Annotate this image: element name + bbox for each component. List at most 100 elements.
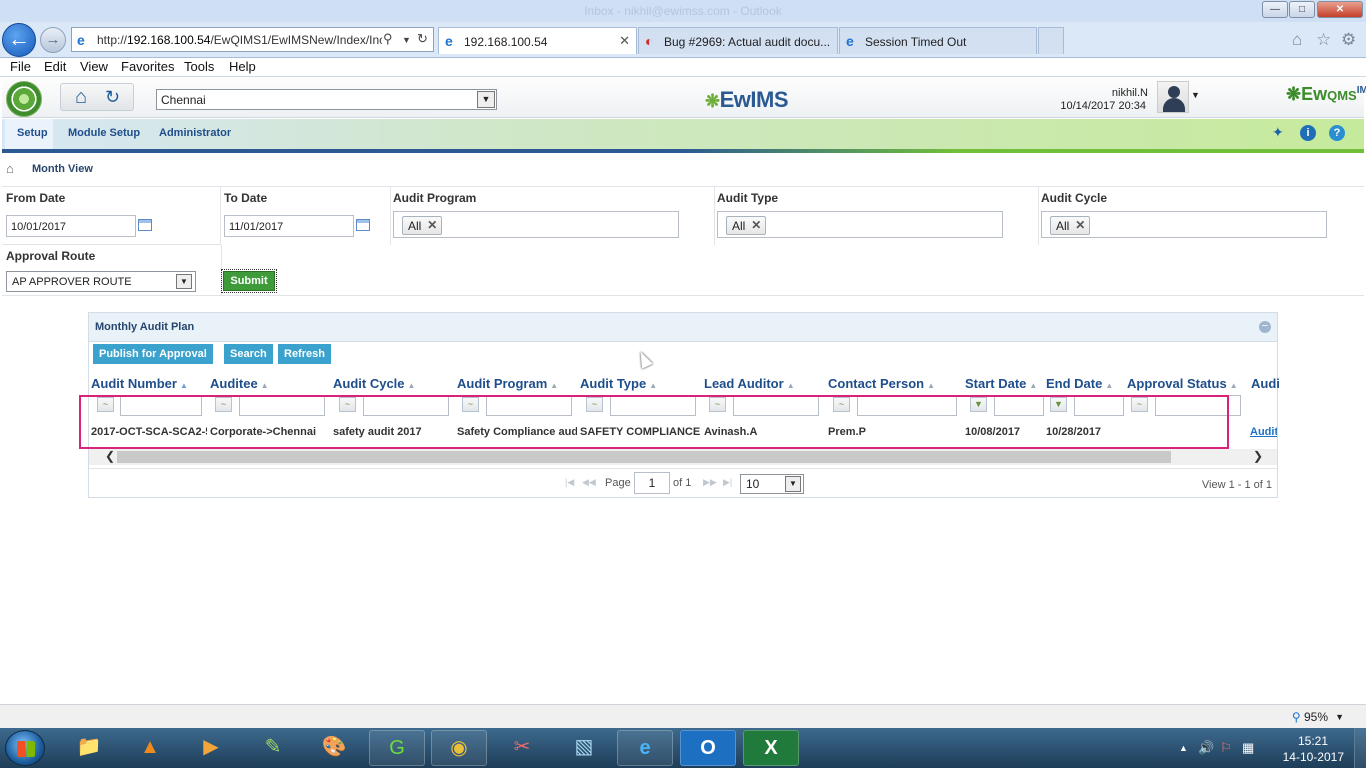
col-contact-person[interactable]: Contact Person ▲ [828, 376, 935, 391]
col-auditee[interactable]: Auditee ▲ [210, 376, 269, 391]
col-start-date[interactable]: Start Date ▲ [965, 376, 1037, 391]
module-setup[interactable]: Setup [5, 119, 53, 149]
help-icon[interactable]: ? [1329, 125, 1345, 141]
greenshot-icon[interactable]: G [369, 730, 425, 766]
maximize-button[interactable]: □ [1289, 1, 1315, 18]
info-icon[interactable]: i [1300, 125, 1316, 141]
snipping-tool-icon[interactable]: ✂ [494, 730, 550, 766]
network-icon[interactable]: ⚐ [1220, 740, 1232, 756]
calendar-icon[interactable] [356, 219, 370, 231]
menu-help[interactable]: Help [229, 59, 256, 74]
avatar[interactable] [1157, 81, 1189, 113]
home-icon[interactable]: ⌂ [1292, 30, 1302, 50]
home-icon[interactable]: ⌂ [6, 161, 14, 176]
show-desktop-button[interactable] [1354, 728, 1366, 768]
internet-explorer-icon[interactable]: e [617, 730, 673, 766]
approval-route-select[interactable]: AP APPROVER ROUTE ▼ [6, 271, 196, 292]
action-center-icon[interactable]: ▦ [1242, 740, 1254, 756]
audit-cycle-chip[interactable]: All ✕ [1050, 216, 1091, 235]
remove-chip-icon[interactable]: ✕ [427, 218, 437, 232]
prev-page-icon[interactable]: ◀◀ [582, 477, 596, 488]
pin-icon[interactable]: ✦ [1272, 124, 1284, 141]
last-page-icon[interactable]: ▶| [723, 477, 732, 488]
submit-button[interactable]: Submit [221, 269, 277, 293]
dropdown-arrow-icon[interactable]: ▼ [402, 35, 411, 45]
notepad-chart-icon[interactable]: ✎ [245, 730, 301, 766]
chrome-icon[interactable]: ◉ [431, 730, 487, 766]
next-page-icon[interactable]: ▶▶ [703, 477, 717, 488]
menu-view[interactable]: View [80, 59, 108, 74]
search-button[interactable]: Search [224, 344, 273, 364]
first-page-icon[interactable]: |◀ [565, 477, 574, 488]
search-icon[interactable]: ⚲ [383, 31, 393, 47]
col-audit-cycle[interactable]: Audit Cycle ▲ [333, 376, 415, 391]
address-bar[interactable]: e http://192.168.100.54/EwQIMS1/EwIMSNew… [71, 27, 434, 52]
tab-bug-2969[interactable]: ◐ Bug #2969: Actual audit docu... [638, 27, 838, 54]
remove-chip-icon[interactable]: ✕ [751, 218, 761, 232]
forward-button[interactable]: → [40, 27, 66, 53]
vlc-icon[interactable]: ▲ [122, 730, 178, 766]
start-button[interactable] [5, 730, 45, 766]
tab-session-timed-out[interactable]: e Session Timed Out [839, 27, 1037, 54]
col-audit-type[interactable]: Audit Type ▲ [580, 376, 657, 391]
gear-icon[interactable]: ⚙ [1341, 30, 1356, 50]
module-module-setup[interactable]: Module Setup [68, 127, 140, 139]
favorites-star-icon[interactable]: ☆ [1316, 30, 1331, 50]
col-audit-number[interactable]: Audit Number ▲ [91, 376, 188, 391]
menu-tools[interactable]: Tools [184, 59, 214, 74]
tab-192-168-100-54[interactable]: e 192.168.100.54 ✕ [438, 27, 637, 54]
chevron-down-icon[interactable]: ▼ [1335, 712, 1344, 722]
zoom-level[interactable]: ⚲ 95% [1292, 710, 1328, 724]
scroll-right-icon[interactable]: ❯ [1253, 449, 1263, 463]
refresh-button[interactable]: Refresh [278, 344, 331, 364]
module-administrator[interactable]: Administrator [159, 127, 231, 139]
file-explorer-icon[interactable]: 📁 [61, 730, 117, 766]
menu-edit[interactable]: Edit [44, 59, 66, 74]
refresh-icon[interactable]: ↻ [105, 87, 120, 108]
notes-icon[interactable]: ▧ [556, 730, 612, 766]
audit-program-select[interactable]: All ✕ [393, 211, 679, 238]
audit-cycle-select[interactable]: All ✕ [1041, 211, 1327, 238]
scroll-left-icon[interactable]: ❮ [105, 449, 115, 463]
clock-time[interactable]: 15:21 [1298, 734, 1328, 748]
media-player-icon[interactable]: ▶ [183, 730, 239, 766]
location-select[interactable]: Chennai ▼ [156, 89, 497, 110]
audit-type-chip[interactable]: All ✕ [726, 216, 767, 235]
col-approval-status[interactable]: Approval Status ▲ [1127, 376, 1238, 391]
volume-icon[interactable]: 🔊 [1198, 740, 1214, 756]
col-end-date[interactable]: End Date ▲ [1046, 376, 1113, 391]
rows-per-page-select[interactable]: 10 ▼ [740, 474, 804, 494]
calendar-icon[interactable] [138, 219, 152, 231]
clock-date[interactable]: 14-10-2017 [1283, 750, 1344, 764]
close-tab-icon[interactable]: ✕ [619, 33, 630, 49]
new-tab-button[interactable] [1038, 27, 1064, 54]
tray-expand-icon[interactable]: ▲ [1179, 743, 1188, 753]
audit-link[interactable]: Audit [1250, 426, 1277, 438]
app-logo[interactable] [6, 81, 42, 117]
to-date-input[interactable]: 11/01/2017 [224, 215, 354, 237]
from-date-input[interactable]: 10/01/2017 [6, 215, 136, 237]
col-lead-auditor[interactable]: Lead Auditor ▲ [704, 376, 795, 391]
col-audit-program[interactable]: Audit Program ▲ [457, 376, 558, 391]
page-number-input[interactable]: 1 [634, 472, 670, 494]
refresh-icon[interactable]: ↻ [417, 31, 428, 47]
col-audit[interactable]: Audi [1251, 376, 1280, 391]
close-window-button[interactable]: ✕ [1317, 1, 1363, 18]
scrollbar-thumb[interactable] [117, 451, 1171, 463]
minimize-button[interactable]: — [1262, 1, 1288, 18]
caret-down-icon[interactable]: ▼ [1191, 90, 1200, 100]
outlook-icon[interactable]: O [680, 730, 736, 766]
menu-favorites[interactable]: Favorites [121, 59, 174, 74]
publish-for-approval-button[interactable]: Publish for Approval [93, 344, 213, 364]
address-url[interactable]: http://192.168.100.54/EwQIMS1/EwIMSNew/I… [97, 33, 382, 47]
horizontal-scrollbar[interactable]: ❮ ❯ [89, 449, 1277, 465]
excel-icon[interactable]: X [743, 730, 799, 766]
paint-icon[interactable]: 🎨 [306, 730, 362, 766]
back-button[interactable]: ← [2, 23, 36, 57]
remove-chip-icon[interactable]: ✕ [1075, 218, 1085, 232]
home-icon[interactable]: ⌂ [75, 86, 87, 109]
audit-program-chip[interactable]: All ✕ [402, 216, 443, 235]
menu-file[interactable]: File [10, 59, 31, 74]
audit-type-select[interactable]: All ✕ [717, 211, 1003, 238]
collapse-icon[interactable]: − [1259, 321, 1271, 333]
